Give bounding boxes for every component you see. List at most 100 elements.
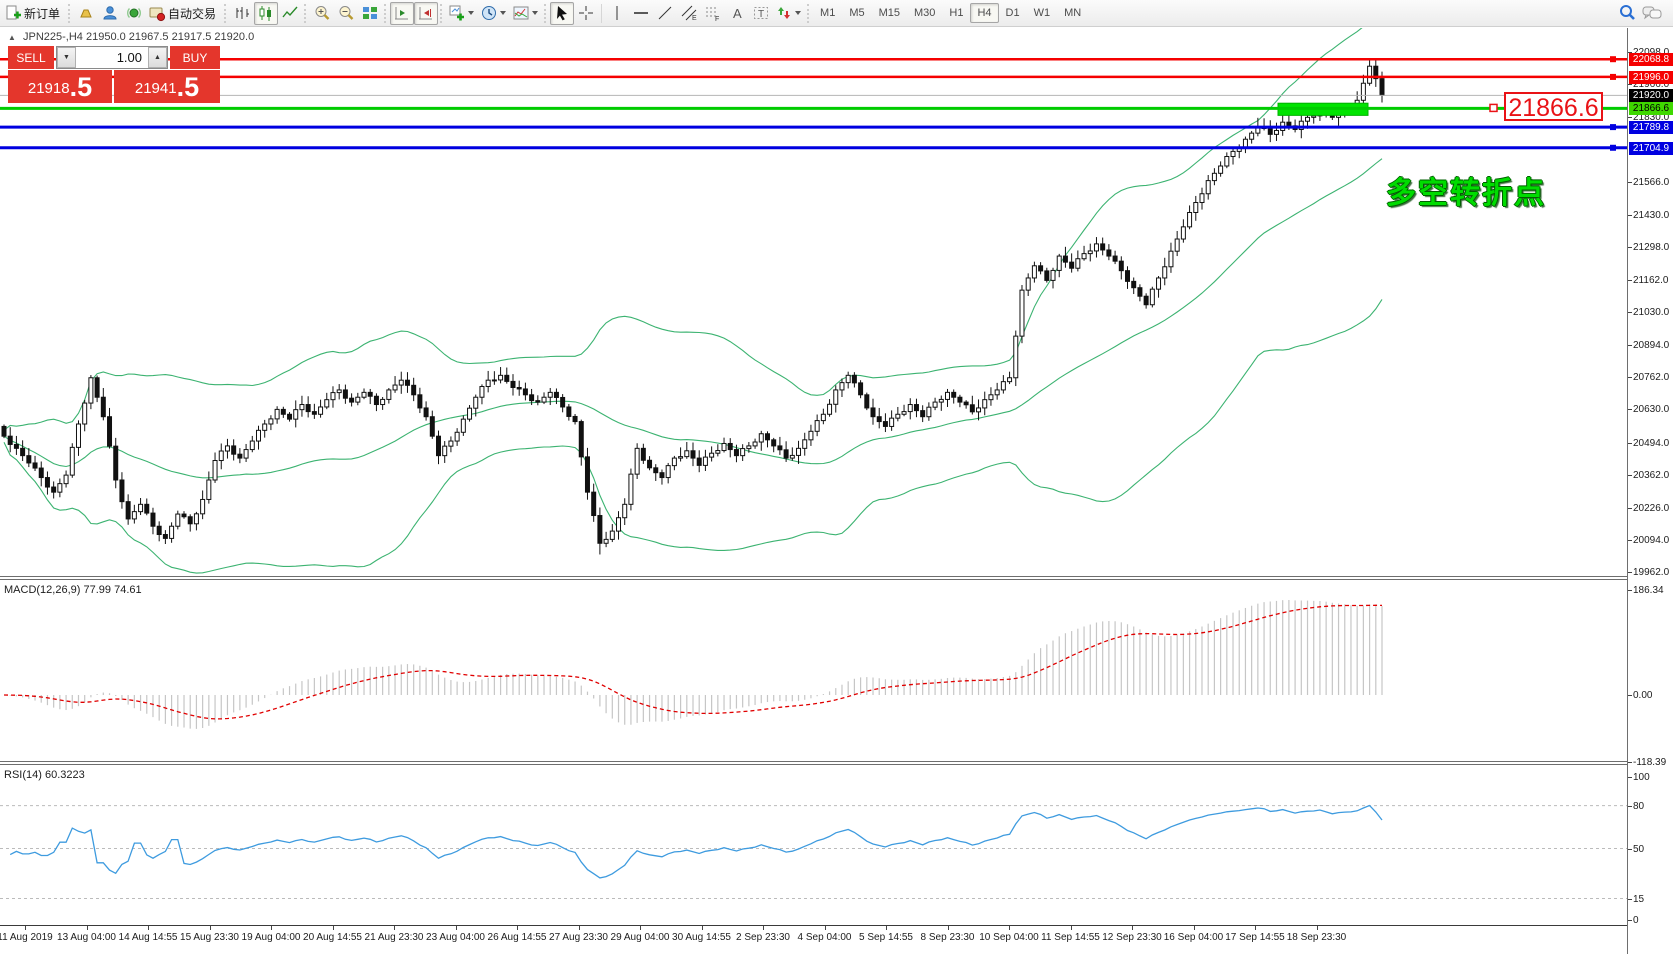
time-axis[interactable]: 11 Aug 2019 13 Aug 04:0014 Aug 14:5515 Au… — [0, 925, 1627, 954]
time-tick-mark — [579, 926, 580, 930]
time-tick-mark — [517, 926, 518, 930]
time-tick-mark — [886, 926, 887, 930]
rsi-pane-content — [0, 806, 1627, 899]
rsi-tick-mark — [1628, 806, 1632, 807]
time-tick-mark — [394, 926, 395, 930]
price-level-label-21996.0: 21996.0 — [1629, 71, 1673, 84]
one-click-trading-panel: SELL ▼ 1.00 ▲ BUY 21918 .5 21941 .5 — [8, 46, 220, 103]
time-tick-mark — [1071, 926, 1072, 930]
price-tick-mark — [1628, 508, 1632, 509]
volume-increase-button[interactable]: ▲ — [148, 47, 167, 68]
macd-tick-mark — [1628, 590, 1632, 591]
macd-value-main: 77.99 — [83, 584, 111, 596]
time-axis-label: 23 Aug 04:00 — [426, 932, 485, 943]
time-axis-label: 4 Sep 04:00 — [798, 932, 852, 943]
volume-decrease-button[interactable]: ▼ — [57, 47, 76, 68]
price-tick-label: 20094.0 — [1633, 535, 1669, 546]
rsi-axis-label: 15 — [1633, 894, 1644, 905]
price-tick-label: 21430.0 — [1633, 210, 1669, 221]
time-tick-mark — [1194, 926, 1195, 930]
time-axis-label: 5 Sep 14:55 — [859, 932, 913, 943]
buy-button[interactable]: BUY — [170, 46, 220, 69]
buy-price-button[interactable]: 21941 .5 — [114, 70, 220, 103]
volume-input[interactable]: 1.00 — [76, 47, 148, 68]
time-tick-mark — [948, 926, 949, 930]
macd-pane-divider[interactable] — [0, 576, 1627, 580]
price-callout-box[interactable]: 21866.6 — [1504, 92, 1603, 121]
time-tick-mark — [271, 926, 272, 930]
price-tick-label: 20226.0 — [1633, 503, 1669, 514]
time-axis-label: 17 Sep 14:55 — [1225, 932, 1285, 943]
chart-ohlc-values: 21950.0 21967.5 21917.5 21920.0 — [86, 31, 254, 43]
price-tick-label: 21566.0 — [1633, 177, 1669, 188]
price-tick-mark — [1628, 572, 1632, 573]
turning-point-annotation[interactable]: 多空转折点 — [1386, 168, 1546, 212]
time-axis-label: 21 Aug 23:30 — [365, 932, 424, 943]
time-axis-label: 8 Sep 23:30 — [921, 932, 975, 943]
time-axis-label: 15 Aug 23:30 — [180, 932, 239, 943]
sell-price-button[interactable]: 21918 .5 — [8, 70, 112, 103]
price-tick-label: 21030.0 — [1633, 307, 1669, 318]
price-tick-label: 20630.0 — [1633, 404, 1669, 415]
time-axis-label: 27 Aug 23:30 — [549, 932, 608, 943]
level-line-handle[interactable] — [1610, 145, 1616, 151]
price-tick-mark — [1628, 117, 1632, 118]
time-axis-label: 14 Aug 14:55 — [119, 932, 178, 943]
level-line-handle[interactable] — [1610, 56, 1616, 62]
rsi-tick-mark — [1628, 777, 1632, 778]
sell-button[interactable]: SELL — [8, 46, 54, 69]
level-line-handle[interactable] — [1610, 74, 1616, 80]
price-tick-label: 20494.0 — [1633, 438, 1669, 449]
rsi-tick-mark — [1628, 899, 1632, 900]
time-axis-label: 11 Aug 2019 — [0, 932, 53, 943]
price-tick-mark — [1628, 475, 1632, 476]
time-tick-mark — [1255, 926, 1256, 930]
chat-button[interactable] — [1639, 2, 1665, 25]
level-line-handle[interactable] — [1490, 104, 1497, 111]
time-axis-label: 11 Sep 14:55 — [1041, 932, 1100, 943]
price-tick-label: 20762.0 — [1633, 372, 1669, 383]
time-axis-label: 19 Aug 04:00 — [242, 932, 301, 943]
chart-canvas[interactable] — [0, 0, 1627, 954]
price-tick-mark — [1628, 377, 1632, 378]
time-tick-mark — [333, 926, 334, 930]
trading-app-window: 新订单 自动交易 — [0, 0, 1673, 954]
price-tick-label: 20362.0 — [1633, 470, 1669, 481]
sell-price-main: 21918 — [28, 77, 70, 101]
horizontal-level-lines[interactable] — [0, 56, 1627, 151]
candlestick-series — [2, 58, 1384, 554]
time-tick-mark — [763, 926, 764, 930]
chart-ohlc-header: ▲ JPN225-,H4 21950.0 21967.5 21917.5 219… — [8, 31, 254, 43]
price-axis[interactable]: 22098.021966.021830.021566.021430.021298… — [1627, 28, 1673, 954]
price-tick-mark — [1628, 215, 1632, 216]
volume-spinner: ▼ 1.00 ▲ — [56, 46, 168, 69]
rsi-tick-mark — [1628, 920, 1632, 921]
rsi-tick-mark — [1628, 849, 1632, 850]
rsi-pane-divider[interactable] — [0, 761, 1627, 765]
macd-axis-label: -118.39 — [1633, 757, 1666, 768]
time-axis-label: 29 Aug 04:00 — [611, 932, 670, 943]
chart-symbol-timeframe: JPN225-,H4 — [23, 31, 83, 43]
time-axis-label: 18 Sep 23:30 — [1287, 932, 1347, 943]
time-tick-mark — [640, 926, 641, 930]
time-tick-mark — [825, 926, 826, 930]
rsi-axis-label: 100 — [1633, 772, 1650, 783]
collapse-panel-icon[interactable]: ▲ — [8, 33, 16, 42]
price-tick-mark — [1628, 247, 1632, 248]
rsi-value: 60.3223 — [45, 769, 85, 781]
price-level-label-22068.8: 22068.8 — [1629, 53, 1673, 66]
level-line-handle[interactable] — [1610, 124, 1616, 130]
time-axis-label: 2 Sep 23:30 — [736, 932, 790, 943]
buy-price-fraction: .5 — [177, 74, 200, 101]
time-axis-label: 16 Sep 04:00 — [1164, 932, 1224, 943]
time-tick-mark — [456, 926, 457, 930]
time-tick-mark — [148, 926, 149, 930]
rsi-line — [10, 806, 1382, 878]
macd-indicator-label: MACD(12,26,9) 77.99 74.61 — [4, 584, 142, 596]
price-tick-mark — [1628, 182, 1632, 183]
time-tick-mark — [1132, 926, 1133, 930]
time-tick-mark — [702, 926, 703, 930]
price-tick-mark — [1628, 312, 1632, 313]
time-axis-label: 13 Aug 04:00 — [57, 932, 116, 943]
price-level-label-21789.8: 21789.8 — [1629, 121, 1673, 134]
